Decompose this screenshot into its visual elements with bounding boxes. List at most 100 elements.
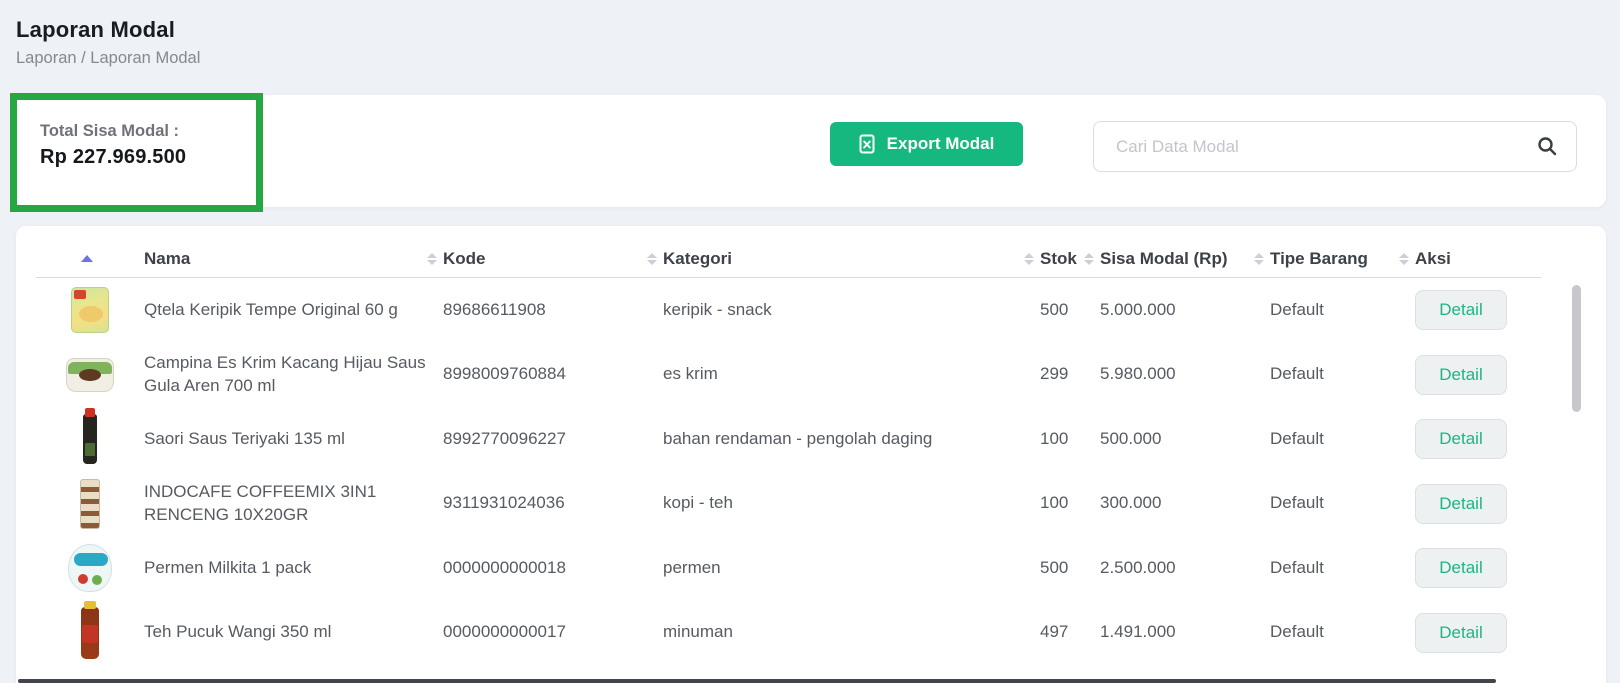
tipe-barang-cell: Default bbox=[1270, 299, 1415, 322]
sort-icon bbox=[647, 253, 657, 265]
coffee-strip-product-image bbox=[80, 479, 100, 529]
sisa-modal-cell: 2.500.000 bbox=[1100, 557, 1270, 580]
tipe-barang-cell: Default bbox=[1270, 492, 1415, 515]
aksi-cell: Detail bbox=[1415, 484, 1541, 524]
column-header-sisa-modal[interactable]: Sisa Modal (Rp) bbox=[1100, 249, 1270, 269]
kode-cell: 0000000000017 bbox=[443, 621, 663, 644]
table-row: Saori Saus Teriyaki 135 ml 8992770096227… bbox=[36, 407, 1541, 472]
stok-cell: 100 bbox=[1040, 428, 1100, 451]
table-scrollbar-thumb[interactable] bbox=[1572, 285, 1581, 412]
tipe-barang-cell: Default bbox=[1270, 557, 1415, 580]
stok-cell: 500 bbox=[1040, 557, 1100, 580]
aksi-cell: Detail bbox=[1415, 419, 1541, 459]
tipe-barang-cell: Default bbox=[1270, 428, 1415, 451]
export-modal-label: Export Modal bbox=[887, 134, 995, 154]
candy-pack-product-image bbox=[68, 544, 112, 592]
product-image-cell bbox=[36, 287, 144, 333]
column-header-kode[interactable]: Kode bbox=[443, 249, 663, 269]
aksi-cell: Detail bbox=[1415, 548, 1541, 588]
stok-cell: 500 bbox=[1040, 299, 1100, 322]
kode-cell: 89686611908 bbox=[443, 299, 663, 322]
column-label: Aksi bbox=[1415, 249, 1451, 269]
nama-cell: INDOCAFE COFFEEMIX 3IN1 RENCENG 10X20GR bbox=[144, 481, 443, 527]
sauce-bottle-product-image bbox=[83, 414, 97, 464]
table-header-row: Nama Kode Kategori Stok Sisa Modal (Rp) … bbox=[36, 240, 1541, 278]
product-image-cell bbox=[36, 544, 144, 592]
nama-cell: Campina Es Krim Kacang Hijau Saus Gula A… bbox=[144, 352, 443, 398]
sort-icon bbox=[427, 253, 437, 265]
page-title: Laporan Modal bbox=[16, 17, 175, 43]
nama-cell: Saori Saus Teriyaki 135 ml bbox=[144, 428, 443, 451]
breadcrumb: Laporan / Laporan Modal bbox=[16, 49, 200, 68]
sisa-modal-cell: 500.000 bbox=[1100, 428, 1270, 451]
stok-cell: 299 bbox=[1040, 363, 1100, 386]
sisa-modal-cell: 1.491.000 bbox=[1100, 621, 1270, 644]
product-image-cell bbox=[36, 358, 144, 392]
detail-button[interactable]: Detail bbox=[1415, 290, 1507, 330]
modal-report-table: Nama Kode Kategori Stok Sisa Modal (Rp) … bbox=[36, 240, 1541, 665]
column-label: Kategori bbox=[663, 249, 732, 269]
column-header-aksi: Aksi bbox=[1415, 249, 1541, 269]
kategori-cell: bahan rendaman - pengolah daging bbox=[663, 428, 1040, 451]
clipped-bottom-element bbox=[18, 679, 1496, 683]
column-label: Tipe Barang bbox=[1270, 249, 1368, 269]
aksi-cell: Detail bbox=[1415, 355, 1541, 395]
detail-button[interactable]: Detail bbox=[1415, 548, 1507, 588]
total-sisa-modal-label: Total Sisa Modal : bbox=[40, 122, 179, 141]
column-label: Nama bbox=[144, 249, 190, 269]
stok-cell: 497 bbox=[1040, 621, 1100, 644]
nama-cell: Teh Pucuk Wangi 350 ml bbox=[144, 621, 443, 644]
excel-file-icon bbox=[859, 134, 877, 154]
table-row: Qtela Keripik Tempe Original 60 g 896866… bbox=[36, 278, 1541, 343]
detail-button[interactable]: Detail bbox=[1415, 484, 1507, 524]
export-modal-button[interactable]: Export Modal bbox=[830, 122, 1023, 166]
table-row: Campina Es Krim Kacang Hijau Saus Gula A… bbox=[36, 343, 1541, 408]
sort-icon bbox=[1399, 253, 1409, 265]
kategori-cell: es krim bbox=[663, 363, 1040, 386]
table-row: Teh Pucuk Wangi 350 ml 0000000000017 min… bbox=[36, 601, 1541, 666]
kategori-cell: keripik - snack bbox=[663, 299, 1040, 322]
column-header-image[interactable] bbox=[36, 255, 144, 262]
product-image-cell bbox=[36, 414, 144, 464]
kategori-cell: kopi - teh bbox=[663, 492, 1040, 515]
tea-bottle-product-image bbox=[81, 607, 99, 659]
kategori-cell: permen bbox=[663, 557, 1040, 580]
aksi-cell: Detail bbox=[1415, 290, 1541, 330]
table-body: Qtela Keripik Tempe Original 60 g 896866… bbox=[36, 278, 1541, 665]
tipe-barang-cell: Default bbox=[1270, 363, 1415, 386]
column-label: Kode bbox=[443, 249, 486, 269]
search-icon[interactable] bbox=[1535, 134, 1559, 163]
column-label: Sisa Modal (Rp) bbox=[1100, 249, 1228, 269]
column-header-kategori[interactable]: Kategori bbox=[663, 249, 1040, 269]
column-label: Stok bbox=[1040, 249, 1077, 269]
column-header-tipe-barang[interactable]: Tipe Barang bbox=[1270, 249, 1415, 269]
stok-cell: 100 bbox=[1040, 492, 1100, 515]
kategori-cell: minuman bbox=[663, 621, 1040, 644]
sort-icon bbox=[1254, 253, 1264, 265]
table-row: Permen Milkita 1 pack 0000000000018 perm… bbox=[36, 536, 1541, 601]
total-sisa-modal-value: Rp 227.969.500 bbox=[40, 146, 186, 169]
sisa-modal-cell: 5.000.000 bbox=[1100, 299, 1270, 322]
search-input[interactable] bbox=[1093, 121, 1577, 172]
kode-cell: 0000000000018 bbox=[443, 557, 663, 580]
table-row: INDOCAFE COFFEEMIX 3IN1 RENCENG 10X20GR … bbox=[36, 472, 1541, 537]
column-header-stok[interactable]: Stok bbox=[1040, 249, 1100, 269]
kode-cell: 8992770096227 bbox=[443, 428, 663, 451]
detail-button[interactable]: Detail bbox=[1415, 419, 1507, 459]
column-header-nama[interactable]: Nama bbox=[144, 249, 443, 269]
kode-cell: 8998009760884 bbox=[443, 363, 663, 386]
sisa-modal-cell: 300.000 bbox=[1100, 492, 1270, 515]
tipe-barang-cell: Default bbox=[1270, 621, 1415, 644]
kode-cell: 9311931024036 bbox=[443, 492, 663, 515]
sort-icon bbox=[1024, 253, 1034, 265]
aksi-cell: Detail bbox=[1415, 613, 1541, 653]
product-image-cell bbox=[36, 607, 144, 659]
ice-cream-tub-product-image bbox=[66, 358, 114, 392]
sisa-modal-cell: 5.980.000 bbox=[1100, 363, 1270, 386]
detail-button[interactable]: Detail bbox=[1415, 355, 1507, 395]
chips-bag-product-image bbox=[71, 287, 109, 333]
nama-cell: Permen Milkita 1 pack bbox=[144, 557, 443, 580]
product-image-cell bbox=[36, 479, 144, 529]
sort-ascending-icon bbox=[81, 255, 93, 262]
detail-button[interactable]: Detail bbox=[1415, 613, 1507, 653]
